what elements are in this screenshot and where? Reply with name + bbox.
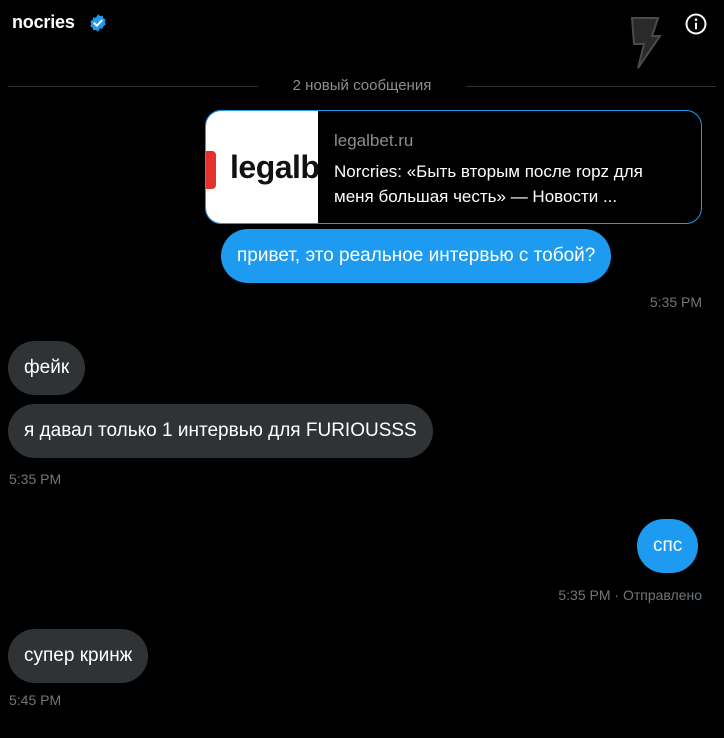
link-preview-title: Norcries: «Быть вторым после ropz для ме… <box>334 162 643 206</box>
message-bubble-outgoing[interactable]: спс <box>637 519 699 573</box>
thumbnail-logo-text: legalbe <box>230 149 318 185</box>
message-bubble-incoming[interactable]: супер кринж <box>8 629 149 683</box>
lightning-logo-icon <box>630 17 662 69</box>
link-preview-thumbnail: legalbe <box>206 111 318 223</box>
conversation-header: nocries <box>0 0 724 69</box>
link-preview-domain: legalbet.ru <box>334 131 414 150</box>
message-bubble-incoming[interactable]: фейк <box>8 341 86 395</box>
message-bubble-outgoing[interactable]: привет, это реальное интервью с тобой? <box>221 229 612 283</box>
link-preview-card[interactable]: legalbe legalbet.ru Norcries: «Быть втор… <box>205 110 702 224</box>
divider-line-right <box>466 86 716 87</box>
contact-username[interactable]: nocries <box>12 12 75 33</box>
info-icon[interactable] <box>684 12 708 36</box>
message-bubble-incoming[interactable]: я давал только 1 интервью для FURIOUSSS <box>8 404 433 458</box>
message-timestamp: 5:35 PM <box>9 471 62 487</box>
new-messages-divider: 2 новый сообщения <box>8 76 716 96</box>
verified-badge-icon <box>90 14 106 32</box>
link-preview-body: legalbet.ru Norcries: «Быть вторым после… <box>334 131 684 209</box>
message-timestamp: 5:45 PM <box>9 692 62 708</box>
message-timestamp-sent: 5:35 PM · Отправлено <box>558 587 702 603</box>
message-timestamp: 5:35 PM <box>649 294 702 310</box>
thumbnail-logo-mark <box>206 151 216 189</box>
dm-conversation: nocries 2 новый сообщения legalbe legalb… <box>0 0 724 738</box>
